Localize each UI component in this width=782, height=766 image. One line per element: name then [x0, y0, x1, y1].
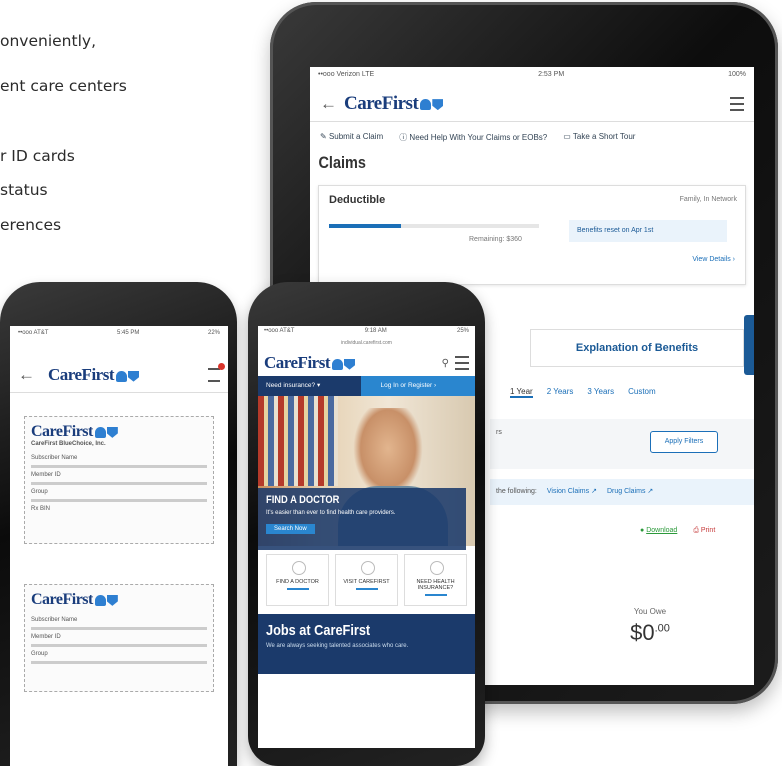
feature-tiles: FIND A DOCTOR VISIT CAREFIRST NEED HEALT…: [258, 546, 475, 614]
blue-shield-icon: [128, 370, 139, 382]
account-bar: Need insurance? ▾ Log In or Register ›: [258, 376, 475, 396]
id-card-back[interactable]: CareFirst Subscriber Name Member ID Grou…: [24, 584, 214, 692]
login-register-button[interactable]: Log In or Register ›: [360, 376, 475, 396]
year-filter: 1 Year 2 Years 3 Years Custom: [510, 387, 656, 398]
you-owe-summary: You Owe $0.00: [590, 607, 710, 646]
view-details-link[interactable]: View Details ›: [692, 256, 735, 263]
top-nav: CareFirst ⚲: [258, 350, 475, 376]
bullet-text: status: [0, 181, 48, 199]
carefirst-logo[interactable]: CareFirst: [48, 365, 139, 385]
need-insurance-dropdown[interactable]: Need insurance? ▾: [258, 376, 361, 396]
short-tour-link[interactable]: ▭ Take a Short Tour: [563, 132, 635, 143]
tile-find-doctor[interactable]: FIND A DOCTOR: [266, 554, 329, 606]
quick-links: ✎ Submit a Claim ⓘ Need Help With Your C…: [310, 122, 754, 149]
tab-explanation-of-benefits[interactable]: Explanation of Benefits: [530, 329, 744, 367]
vision-claims-link[interactable]: Vision Claims ↗: [547, 479, 597, 505]
blue-cross-icon: [116, 370, 127, 382]
clock-text: 2:53 PM: [538, 71, 565, 78]
phone-center-screen: ••ooo AT&T 9:18 AM 25% individual.carefi…: [258, 326, 475, 748]
status-bar: ••ooo AT&T 9:18 AM 25%: [264, 328, 469, 334]
carefirst-logo[interactable]: CareFirst: [344, 93, 444, 115]
back-arrow-icon[interactable]: ←: [320, 94, 344, 114]
submit-claim-link[interactable]: ✎ Submit a Claim: [320, 132, 383, 143]
blue-shield-icon: [432, 99, 444, 111]
year-option[interactable]: 3 Years: [587, 387, 614, 398]
blue-cross-icon: [94, 594, 106, 606]
menu-alert-icon[interactable]: [208, 363, 225, 382]
benefits-reset-note: Benefits reset on Apr 1st: [569, 220, 727, 242]
deductible-progress-bar: [329, 224, 539, 228]
deductible-card: Deductible Family, In Network Remaining:…: [318, 185, 746, 285]
phone-left-device: ••ooo AT&T 5:45 PM 22% ← CareFirst CareF…: [0, 282, 237, 766]
feedback-tab[interactable]: [744, 315, 754, 375]
drug-claims-link[interactable]: Drug Claims ↗: [607, 479, 653, 505]
apply-filters-button[interactable]: Apply Filters: [650, 431, 718, 453]
bullet-text: r ID cards: [0, 147, 75, 165]
deductible-scope: Family, In Network: [679, 196, 737, 203]
tile-visit-carefirst[interactable]: VISIT CAREFIRST: [335, 554, 398, 606]
jobs-subtext: We are always seeking talented associate…: [266, 643, 409, 649]
find-doctor-heading: FIND A DOCTOR: [266, 494, 340, 506]
find-doctor-subtext: It's easier than ever to find health car…: [266, 510, 396, 516]
year-option[interactable]: 2 Years: [547, 387, 574, 398]
tile-health-insurance[interactable]: NEED HEALTH INSURANCE?: [404, 554, 467, 606]
blue-cross-icon: [94, 426, 106, 438]
you-owe-label: You Owe: [633, 607, 667, 616]
blue-shield-icon: [106, 426, 118, 438]
year-option[interactable]: 1 Year: [510, 387, 533, 398]
top-nav: ← CareFirst: [10, 358, 228, 393]
bullet-text: erences: [0, 216, 62, 234]
jobs-heading: Jobs at CareFirst: [266, 622, 371, 639]
export-actions: ● Download ⎙ Print: [640, 527, 715, 535]
print-button[interactable]: ⎙ Print: [693, 527, 715, 535]
id-card-front[interactable]: CareFirst CareFirst BlueChoice, Inc. Sub…: [24, 416, 214, 544]
blue-cross-icon: [420, 99, 432, 111]
bullet-text: onveniently,: [0, 32, 96, 50]
carefirst-logo: CareFirst: [31, 591, 207, 609]
status-bar: ••ooo Verizon LTE 2:53 PM 100%: [310, 67, 754, 87]
phone-left-screen: ••ooo AT&T 5:45 PM 22% ← CareFirst CareF…: [10, 326, 228, 766]
carefirst-logo[interactable]: CareFirst: [264, 353, 355, 373]
search-icon[interactable]: ⚲: [442, 358, 449, 369]
hamburger-menu-icon[interactable]: [455, 356, 469, 370]
jobs-banner[interactable]: Jobs at CareFirst We are always seeking …: [258, 614, 475, 674]
carefirst-logo: CareFirst: [31, 423, 207, 441]
battery-text: 100%: [728, 71, 746, 78]
hamburger-menu-icon[interactable]: [730, 97, 744, 111]
url-bar[interactable]: individual.carefirst.com: [258, 340, 475, 350]
status-bar: ••ooo AT&T 5:45 PM 22%: [18, 330, 220, 336]
deductible-label: Deductible: [329, 194, 386, 206]
claims-help-link[interactable]: ⓘ Need Help With Your Claims or EOBs?: [399, 132, 547, 143]
blue-shield-icon: [344, 358, 355, 370]
download-button[interactable]: ● Download: [640, 527, 677, 535]
blue-cross-icon: [332, 358, 343, 370]
remaining-text: Remaining: $360: [469, 236, 522, 243]
year-option[interactable]: Custom: [628, 387, 656, 398]
page-title: Claims: [318, 153, 366, 172]
carrier-text: ••ooo Verizon LTE: [318, 71, 375, 78]
you-owe-value: $0.00: [630, 620, 670, 645]
smiling-man-image: [353, 408, 423, 498]
bullet-text: ent care centers: [0, 77, 127, 95]
find-doctor-panel: FIND A DOCTOR It's easier than ever to f…: [258, 488, 466, 550]
back-arrow-icon[interactable]: ←: [18, 365, 42, 385]
bookshelf-image: [258, 396, 338, 486]
phone-center-device: ••ooo AT&T 9:18 AM 25% individual.carefi…: [248, 282, 485, 766]
other-claims-links: the following: Vision Claims ↗ Drug Clai…: [490, 479, 754, 505]
top-nav: ← CareFirst: [310, 87, 754, 122]
blue-shield-icon: [106, 594, 118, 606]
hero-banner: FIND A DOCTOR It's easier than ever to f…: [258, 396, 475, 550]
plan-name: CareFirst BlueChoice, Inc.: [31, 441, 106, 447]
search-now-button[interactable]: Search Now: [266, 524, 315, 534]
